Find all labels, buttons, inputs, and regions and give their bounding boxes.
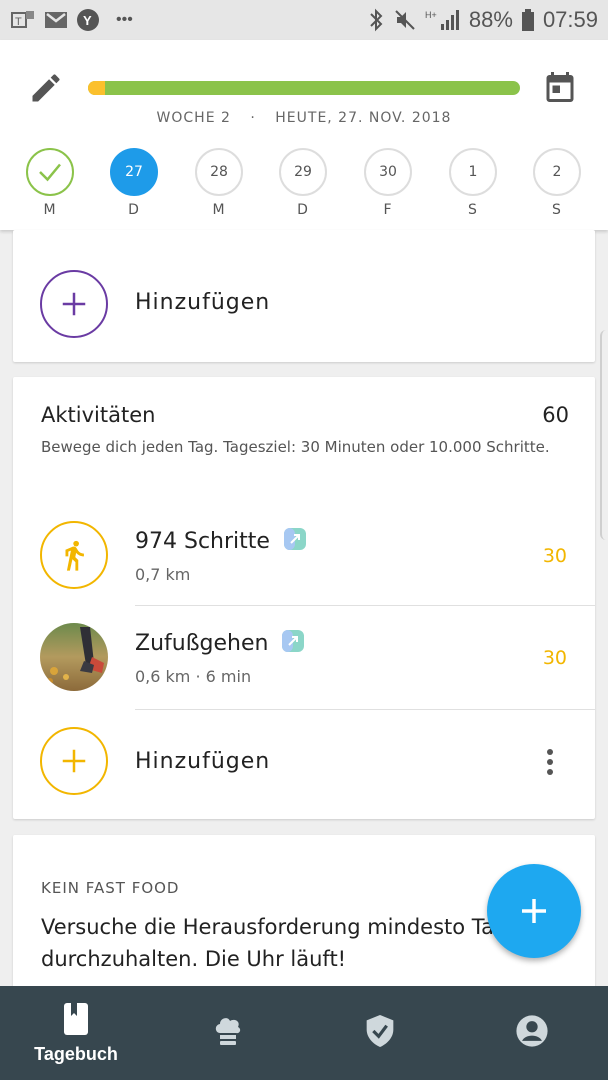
walking-label: Zufußgehen bbox=[135, 631, 269, 656]
day-circle: 30 bbox=[364, 148, 412, 196]
activity-item-steps[interactable]: 974 Schritte 0,7 km 30 bbox=[13, 505, 595, 609]
day-0[interactable]: M bbox=[22, 148, 78, 218]
clock: 07:59 bbox=[542, 7, 598, 32]
chef-hat-icon bbox=[212, 1015, 244, 1051]
walking-person-icon bbox=[40, 521, 108, 589]
walking-photo bbox=[40, 623, 108, 691]
activities-card: Aktivitäten 60 Bewege dich jeden Tag. Ta… bbox=[13, 377, 595, 819]
activity-item-walking[interactable]: Zufußgehen 0,6 km · 6 min 30 bbox=[13, 607, 595, 711]
nav-challenges[interactable] bbox=[304, 986, 456, 1080]
add-activity-button[interactable] bbox=[40, 727, 108, 795]
more-notifications: ••• bbox=[116, 11, 133, 28]
day-3[interactable]: 29 D bbox=[275, 148, 331, 218]
activities-score: 60 bbox=[542, 403, 569, 427]
more-vert-icon[interactable] bbox=[545, 747, 555, 777]
week-date-row: WOCHE 2 · HEUTE, 27. NOV. 2018 bbox=[0, 110, 608, 126]
steps-distance: 0,7 km bbox=[135, 565, 191, 584]
teams-icon: T bbox=[10, 9, 36, 31]
plus-icon bbox=[62, 749, 86, 773]
day-letter: S bbox=[552, 202, 562, 218]
day-1[interactable]: 27 D bbox=[106, 148, 162, 218]
day-letter: M bbox=[212, 202, 226, 218]
day-circle-today: 27 bbox=[110, 148, 158, 196]
week-label: WOCHE 2 bbox=[156, 110, 231, 126]
divider bbox=[135, 709, 595, 710]
add-meal-card: Hinzufügen bbox=[13, 230, 595, 362]
day-letter: S bbox=[468, 202, 478, 218]
walking-details: 0,6 km · 6 min bbox=[135, 667, 252, 686]
yahoo-icon: Y bbox=[76, 8, 100, 32]
steps-points: 30 bbox=[542, 545, 567, 567]
status-bar: T Y ••• H+ 88% 07:59 bbox=[0, 0, 608, 40]
checkmark-icon bbox=[39, 163, 61, 182]
day-2[interactable]: 28 M bbox=[191, 148, 247, 218]
challenge-label: KEIN FAST FOOD bbox=[41, 879, 180, 897]
day-6[interactable]: 2 S bbox=[529, 148, 585, 218]
diary-icon bbox=[61, 1002, 91, 1040]
add-meal-button[interactable] bbox=[40, 270, 108, 338]
plus-icon bbox=[62, 292, 86, 316]
separator: · bbox=[250, 110, 256, 126]
bottom-navigation: Tagebuch bbox=[0, 986, 608, 1080]
add-fab-button[interactable] bbox=[487, 864, 581, 958]
day-circle: 2 bbox=[533, 148, 581, 196]
day-circle: 1 bbox=[449, 148, 497, 196]
day-circle: 28 bbox=[195, 148, 243, 196]
divider bbox=[135, 605, 595, 606]
add-meal-label[interactable]: Hinzufügen bbox=[135, 290, 270, 315]
mute-icon bbox=[393, 8, 417, 32]
edit-icon[interactable] bbox=[28, 70, 64, 106]
walking-title: Zufußgehen bbox=[135, 629, 305, 659]
add-activity-label[interactable]: Hinzufügen bbox=[135, 749, 270, 774]
week-header: WOCHE 2 · HEUTE, 27. NOV. 2018 M 27 D 28… bbox=[0, 40, 608, 230]
health-sync-icon bbox=[283, 527, 307, 557]
challenge-text: Versuche die Herausforderung mindesto Ta… bbox=[41, 915, 521, 971]
scroll-indicator bbox=[600, 330, 608, 540]
today-label: HEUTE, 27. NOV. 2018 bbox=[275, 110, 452, 126]
nav-recipes[interactable] bbox=[152, 986, 304, 1080]
battery-icon bbox=[521, 8, 535, 32]
steps-label: 974 Schritte bbox=[135, 529, 270, 554]
svg-text:H+: H+ bbox=[425, 10, 437, 20]
activities-title: Aktivitäten bbox=[41, 403, 156, 427]
bluetooth-icon bbox=[367, 8, 385, 32]
nav-profile[interactable] bbox=[456, 986, 608, 1080]
day-letter: M bbox=[43, 202, 57, 218]
gmail-icon bbox=[44, 10, 68, 30]
day-4[interactable]: 30 F bbox=[360, 148, 416, 218]
nav-tagebuch[interactable]: Tagebuch bbox=[0, 986, 152, 1080]
day-letter: F bbox=[383, 202, 393, 218]
day-circle bbox=[26, 148, 74, 196]
shield-check-icon bbox=[364, 1013, 396, 1053]
activities-description: Bewege dich jeden Tag. Tagesziel: 30 Min… bbox=[41, 438, 550, 456]
calendar-icon[interactable] bbox=[542, 68, 578, 106]
steps-title: 974 Schritte bbox=[135, 527, 307, 557]
day-circle: 29 bbox=[279, 148, 327, 196]
day-letter: D bbox=[297, 202, 309, 218]
svg-text:Y: Y bbox=[83, 13, 92, 28]
progress-start-segment bbox=[88, 81, 106, 95]
plus-icon bbox=[522, 899, 546, 923]
signal-icon: H+ bbox=[425, 8, 461, 32]
profile-icon bbox=[515, 1014, 549, 1052]
weekly-progress-bar bbox=[88, 81, 520, 95]
walking-points: 30 bbox=[542, 647, 567, 669]
day-selector: M 27 D 28 M 29 D 30 F 1 S 2 S bbox=[0, 148, 608, 228]
day-5[interactable]: 1 S bbox=[445, 148, 501, 218]
svg-text:T: T bbox=[15, 16, 22, 28]
nav-label-tagebuch: Tagebuch bbox=[34, 1043, 118, 1064]
battery-percent: 88% bbox=[468, 7, 513, 32]
day-letter: D bbox=[128, 202, 140, 218]
health-sync-icon bbox=[281, 629, 305, 659]
